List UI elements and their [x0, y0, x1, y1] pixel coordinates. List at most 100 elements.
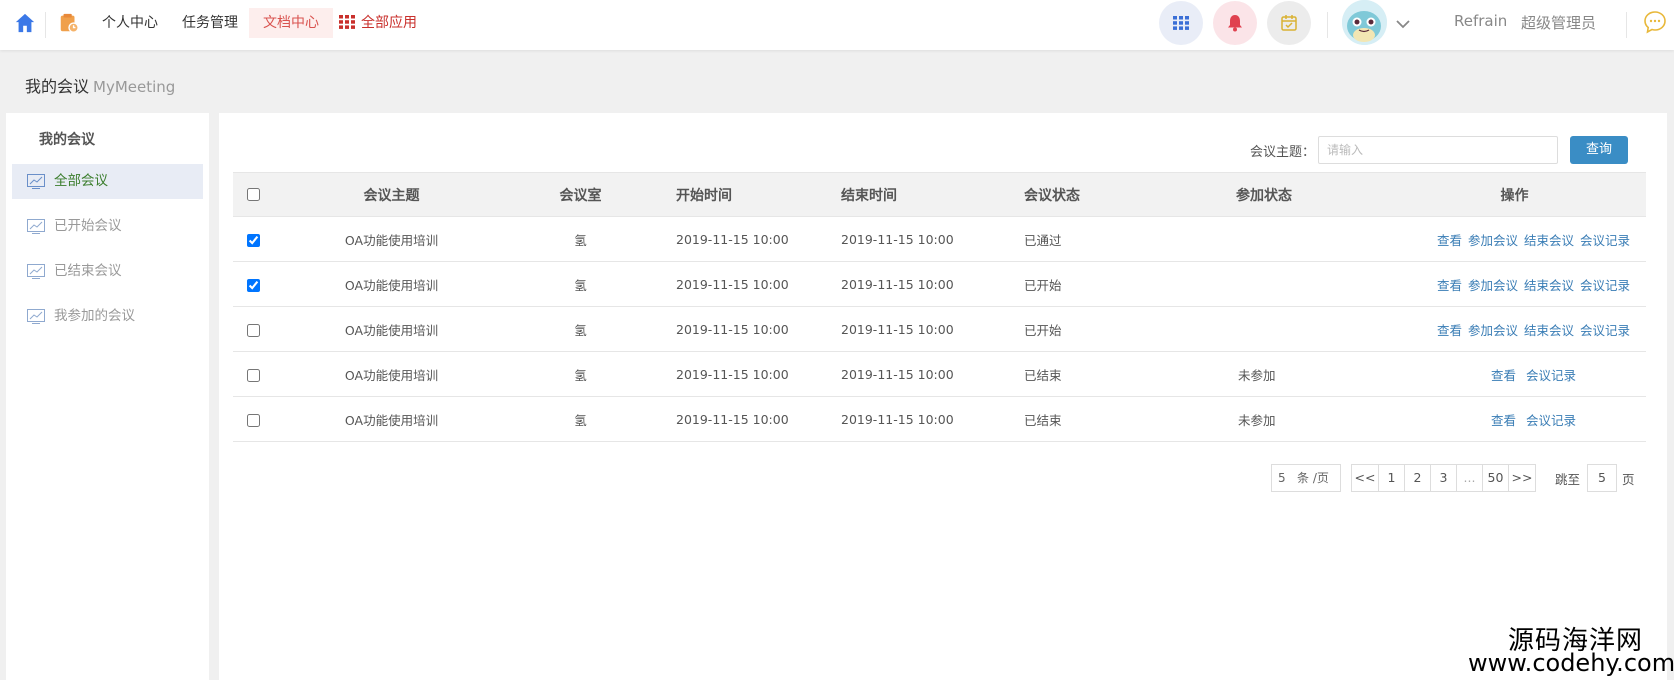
table-row: OA功能使用培训 氢 2019-11-15 10:00 2019-11-15 1… — [233, 351, 1646, 397]
view-link[interactable]: 查看 — [1437, 323, 1462, 338]
cell-room: 氢 — [508, 351, 653, 397]
sidebar-item-ended-meetings[interactable]: 已结束会议 — [12, 254, 203, 289]
row-checkbox[interactable] — [247, 278, 260, 292]
page-size-value: 5 — [1278, 471, 1286, 485]
cell-start: 2019-11-15 10:00 — [653, 216, 828, 262]
divider — [1626, 12, 1627, 38]
chart-icon — [27, 174, 45, 189]
cell-join — [1213, 306, 1383, 352]
cell-topic: OA功能使用培训 — [275, 306, 508, 352]
table-row: OA功能使用培训 氢 2019-11-15 10:00 2019-11-15 1… — [233, 216, 1646, 262]
cell-join: 未参加 — [1213, 396, 1383, 442]
page-button-50[interactable]: 50 — [1482, 464, 1509, 492]
sidebar-item-my-joined-meetings[interactable]: 我参加的会议 — [12, 299, 203, 334]
view-link[interactable]: 查看 — [1491, 413, 1516, 428]
page-button-2[interactable]: 2 — [1404, 464, 1431, 492]
sidebar-item-label: 已开始会议 — [54, 218, 122, 234]
chevron-down-icon[interactable] — [1395, 16, 1411, 32]
cell-actions: 查看 参加会议 结束会议 会议记录 — [1383, 306, 1646, 352]
meeting-record-link[interactable]: 会议记录 — [1580, 233, 1630, 248]
page-subtitle: MyMeeting — [93, 78, 176, 96]
cell-topic: OA功能使用培训 — [275, 261, 508, 307]
cell-actions: 查看 会议记录 — [1383, 396, 1646, 442]
col-topic: 会议主题 — [275, 172, 508, 217]
col-end: 结束时间 — [828, 172, 1003, 217]
calendar-button[interactable] — [1267, 1, 1311, 45]
view-link[interactable]: 查看 — [1437, 278, 1462, 293]
row-select-cell — [233, 261, 275, 307]
view-link[interactable]: 查看 — [1437, 233, 1462, 248]
row-checkbox[interactable] — [247, 368, 260, 382]
end-meeting-link[interactable]: 结束会议 — [1524, 278, 1574, 293]
user-name[interactable]: Refrain — [1454, 12, 1507, 30]
page-title: 我的会议 MyMeeting — [25, 73, 175, 97]
col-start: 开始时间 — [653, 172, 828, 217]
cell-start: 2019-11-15 10:00 — [653, 261, 828, 307]
table-row: OA功能使用培训 氢 2019-11-15 10:00 2019-11-15 1… — [233, 261, 1646, 307]
page-size-select[interactable]: 5 条 /页 — [1271, 464, 1341, 492]
divider — [45, 12, 46, 38]
sidebar-item-label: 全部会议 — [54, 173, 108, 189]
cell-end: 2019-11-15 10:00 — [828, 216, 1003, 262]
nav-personal-center[interactable]: 个人中心 — [88, 8, 172, 38]
cell-join: 未参加 — [1213, 351, 1383, 397]
table-header: 会议主题 会议室 开始时间 结束时间 会议状态 参加状态 操作 — [233, 172, 1646, 217]
join-meeting-link[interactable]: 参加会议 — [1468, 278, 1518, 293]
apps-button[interactable] — [1159, 1, 1203, 45]
next-page-button[interactable]: >> — [1508, 464, 1536, 492]
col-status: 会议状态 — [1003, 172, 1213, 217]
col-room: 会议室 — [508, 172, 653, 217]
apps-grid-icon — [1173, 16, 1189, 30]
row-checkbox[interactable] — [247, 323, 260, 337]
user-role: 超级管理员 — [1521, 14, 1597, 32]
meeting-record-link[interactable]: 会议记录 — [1526, 413, 1576, 428]
chart-icon — [27, 219, 45, 234]
page-ellipsis: ... — [1456, 464, 1483, 492]
notification-button[interactable] — [1213, 1, 1257, 45]
cell-end: 2019-11-15 10:00 — [828, 351, 1003, 397]
meeting-record-link[interactable]: 会议记录 — [1526, 368, 1576, 383]
sidebar-item-all-meetings[interactable]: 全部会议 — [12, 164, 203, 199]
cell-start: 2019-11-15 10:00 — [653, 396, 828, 442]
row-select-cell — [233, 216, 275, 262]
cell-start: 2019-11-15 10:00 — [653, 351, 828, 397]
meeting-record-link[interactable]: 会议记录 — [1580, 323, 1630, 338]
search-label: 会议主题： — [1250, 145, 1316, 160]
end-meeting-link[interactable]: 结束会议 — [1524, 323, 1574, 338]
task-icon[interactable] — [58, 12, 80, 34]
main-panel: 会议主题： 查询 会议主题 会议室 开始时间 结束时间 会议状态 参加状态 操作… — [219, 113, 1667, 680]
view-link[interactable]: 查看 — [1491, 368, 1516, 383]
join-meeting-link[interactable]: 参加会议 — [1468, 323, 1518, 338]
select-all-cell — [233, 172, 275, 217]
row-select-cell — [233, 396, 275, 442]
cell-status: 已通过 — [1003, 216, 1213, 262]
search-input[interactable] — [1318, 136, 1558, 164]
end-meeting-link[interactable]: 结束会议 — [1524, 233, 1574, 248]
cell-room: 氢 — [508, 306, 653, 352]
row-checkbox[interactable] — [247, 233, 260, 247]
nav-task-management[interactable]: 任务管理 — [168, 8, 252, 38]
cell-status: 已开始 — [1003, 261, 1213, 307]
jump-page-input[interactable]: 5 — [1587, 464, 1617, 492]
chat-icon[interactable] — [1643, 10, 1667, 34]
row-select-cell — [233, 351, 275, 397]
nav-all-apps[interactable]: 全部应用 — [325, 8, 431, 38]
page-button-1[interactable]: 1 — [1378, 464, 1405, 492]
watermark-url: www.codehy.com — [1468, 649, 1674, 677]
join-meeting-link[interactable]: 参加会议 — [1468, 233, 1518, 248]
sidebar: 我的会议 全部会议 已开始会议 已结束会议 我参加的会议 — [6, 113, 209, 680]
col-join: 参加状态 — [1213, 172, 1383, 217]
avatar[interactable] — [1342, 0, 1387, 45]
row-checkbox[interactable] — [247, 413, 260, 427]
meeting-record-link[interactable]: 会议记录 — [1580, 278, 1630, 293]
nav-document-center[interactable]: 文档中心 — [249, 8, 333, 38]
page-size-unit: 条 /页 — [1297, 471, 1329, 485]
page-button-3[interactable]: 3 — [1430, 464, 1457, 492]
select-all-checkbox[interactable] — [247, 188, 260, 201]
home-icon[interactable] — [14, 12, 36, 34]
search-button[interactable]: 查询 — [1570, 136, 1628, 164]
prev-page-button[interactable]: << — [1351, 464, 1379, 492]
cell-status: 已结束 — [1003, 351, 1213, 397]
sidebar-item-started-meetings[interactable]: 已开始会议 — [12, 209, 203, 244]
chart-icon — [27, 264, 45, 279]
